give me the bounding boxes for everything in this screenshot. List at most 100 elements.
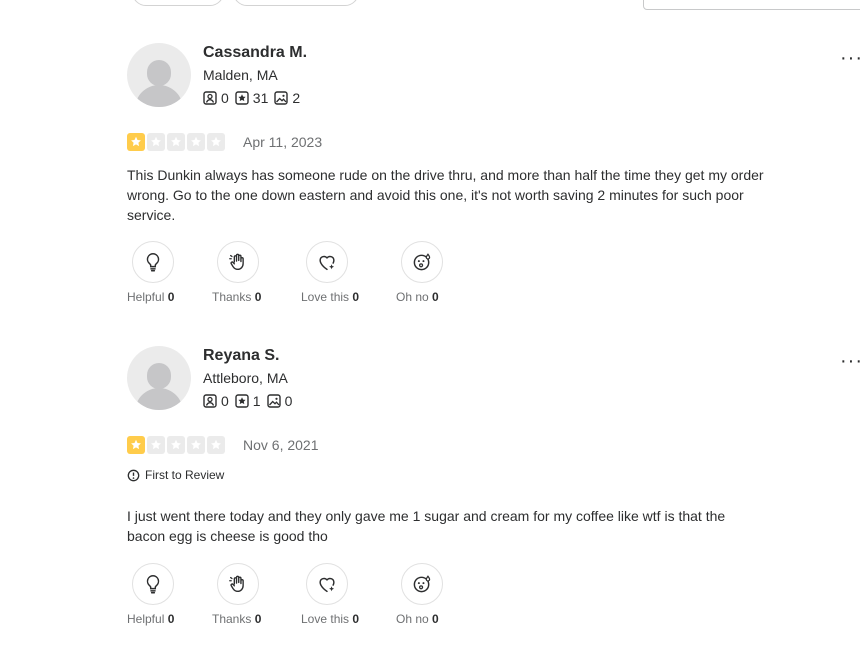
review-date: Nov 6, 2021 (243, 437, 319, 453)
photo-count: 0 (284, 393, 293, 409)
reaction-icon-circle[interactable] (306, 241, 348, 283)
avatar[interactable] (127, 43, 191, 107)
star-icon (127, 436, 145, 454)
reviewer-name[interactable]: Reyana S. (203, 347, 279, 365)
surprised-face-icon (411, 573, 433, 595)
reviewer-location: Attleboro, MA (203, 370, 288, 386)
star-icon (147, 436, 165, 454)
more-options-icon[interactable]: ··· (840, 47, 860, 70)
reaction-count: 0 (352, 612, 360, 626)
review-star-icon (235, 394, 249, 408)
star-icon (207, 436, 225, 454)
friends-stat: 0 (203, 393, 229, 409)
reaction-bar: Helpful 0 Thanks 0 Love this 0 Oh no 0 (127, 241, 476, 304)
reaction-label: Thanks 0 (212, 290, 301, 304)
review-text: This Dunkin always has someone rude on t… (127, 167, 764, 223)
reaction-label-text: Love this (301, 612, 350, 626)
reaction-icon-circle[interactable] (306, 563, 348, 605)
reaction-label-text: Thanks (212, 290, 252, 304)
reaction-count: 0 (432, 290, 439, 304)
review-count: 1 (252, 393, 261, 409)
reaction-count: 0 (254, 612, 262, 626)
star-rating (127, 436, 227, 454)
reaction-label: Oh no 0 (396, 290, 476, 304)
friends-stat: 0 (203, 90, 229, 106)
reaction-count: 0 (254, 290, 262, 304)
review-star-icon (235, 91, 249, 105)
photo-icon (266, 394, 281, 408)
reaction-label: Helpful 0 (127, 612, 212, 626)
photos-stat: 0 (266, 393, 293, 409)
reaction-count: 0 (432, 612, 439, 626)
star-rating (127, 133, 227, 151)
avatar[interactable] (127, 346, 191, 410)
star-icon (127, 133, 145, 151)
reaction-label-text: Helpful (127, 612, 165, 626)
reviewer-stats: 0 1 0 (203, 393, 298, 409)
reaction-label: Love this 0 (301, 290, 396, 304)
reaction-helpful-button[interactable]: Helpful 0 (127, 563, 212, 626)
review-date: Apr 11, 2023 (243, 134, 323, 150)
lightbulb-icon (142, 251, 164, 273)
reaction-count: 0 (352, 290, 360, 304)
reaction-thanks-button[interactable]: Thanks 0 (212, 563, 301, 626)
reviewer-location: Malden, MA (203, 67, 278, 83)
reaction-label-text: Helpful (127, 290, 165, 304)
reaction-icon-circle[interactable] (132, 241, 174, 283)
search-reviews-input[interactable] (643, 0, 860, 10)
star-icon (187, 133, 205, 151)
wave-hand-icon (227, 251, 249, 273)
lightbulb-icon (142, 573, 164, 595)
reaction-helpful-button[interactable]: Helpful 0 (127, 241, 212, 304)
review-count: 31 (252, 90, 269, 106)
badge-label: First to Review (145, 468, 225, 482)
heart-icon (316, 573, 338, 595)
review-card: Cassandra M. Malden, MA 0 31 2 ··· Apr 1… (127, 43, 860, 313)
reaction-icon-circle[interactable] (217, 241, 259, 283)
reaction-love-this-button[interactable]: Love this 0 (301, 563, 396, 626)
reaction-label-text: Love this (301, 290, 350, 304)
first-to-review-badge: First to Review (127, 468, 224, 482)
reaction-icon-circle[interactable] (401, 241, 443, 283)
wave-hand-icon (227, 573, 249, 595)
reviewer-name[interactable]: Cassandra M. (203, 44, 307, 62)
photo-count: 2 (292, 90, 301, 106)
star-icon (147, 133, 165, 151)
reaction-oh-no-button[interactable]: Oh no 0 (396, 241, 476, 304)
reviewer-stats: 0 31 2 (203, 90, 306, 106)
reaction-icon-circle[interactable] (132, 563, 174, 605)
star-icon (167, 436, 185, 454)
reaction-label-text: Thanks (212, 612, 252, 626)
star-icon (187, 436, 205, 454)
reaction-icon-circle[interactable] (217, 563, 259, 605)
friends-count: 0 (221, 90, 229, 106)
filter-pill-button[interactable] (233, 0, 359, 6)
reaction-love-this-button[interactable]: Love this 0 (301, 241, 396, 304)
friends-icon (203, 91, 217, 105)
reaction-count: 0 (167, 290, 175, 304)
photo-icon (274, 91, 289, 105)
reaction-label: Oh no 0 (396, 612, 476, 626)
reaction-thanks-button[interactable]: Thanks 0 (212, 241, 301, 304)
star-icon (207, 133, 225, 151)
photos-stat: 2 (274, 90, 300, 106)
review-card: Reyana S. Attleboro, MA 0 1 0 ··· Nov 6,… (127, 346, 860, 636)
reaction-icon-circle[interactable] (401, 563, 443, 605)
reaction-label-text: Oh no (396, 612, 429, 626)
reaction-count: 0 (167, 612, 175, 626)
reaction-label-text: Oh no (396, 290, 429, 304)
friends-icon (203, 394, 217, 408)
reaction-oh-no-button[interactable]: Oh no 0 (396, 563, 476, 626)
surprised-face-icon (411, 251, 433, 273)
reaction-label: Thanks 0 (212, 612, 301, 626)
star-icon (167, 133, 185, 151)
reaction-label: Love this 0 (301, 612, 396, 626)
review-text: I just went there today and they only ga… (127, 508, 726, 544)
reaction-bar: Helpful 0 Thanks 0 Love this 0 Oh no 0 (127, 563, 476, 626)
heart-icon (316, 251, 338, 273)
sort-pill-button[interactable] (132, 0, 224, 6)
reviews-stat: 31 (235, 90, 269, 106)
more-options-icon[interactable]: ··· (840, 350, 860, 373)
info-clock-icon (127, 469, 140, 481)
reaction-label: Helpful 0 (127, 290, 212, 304)
